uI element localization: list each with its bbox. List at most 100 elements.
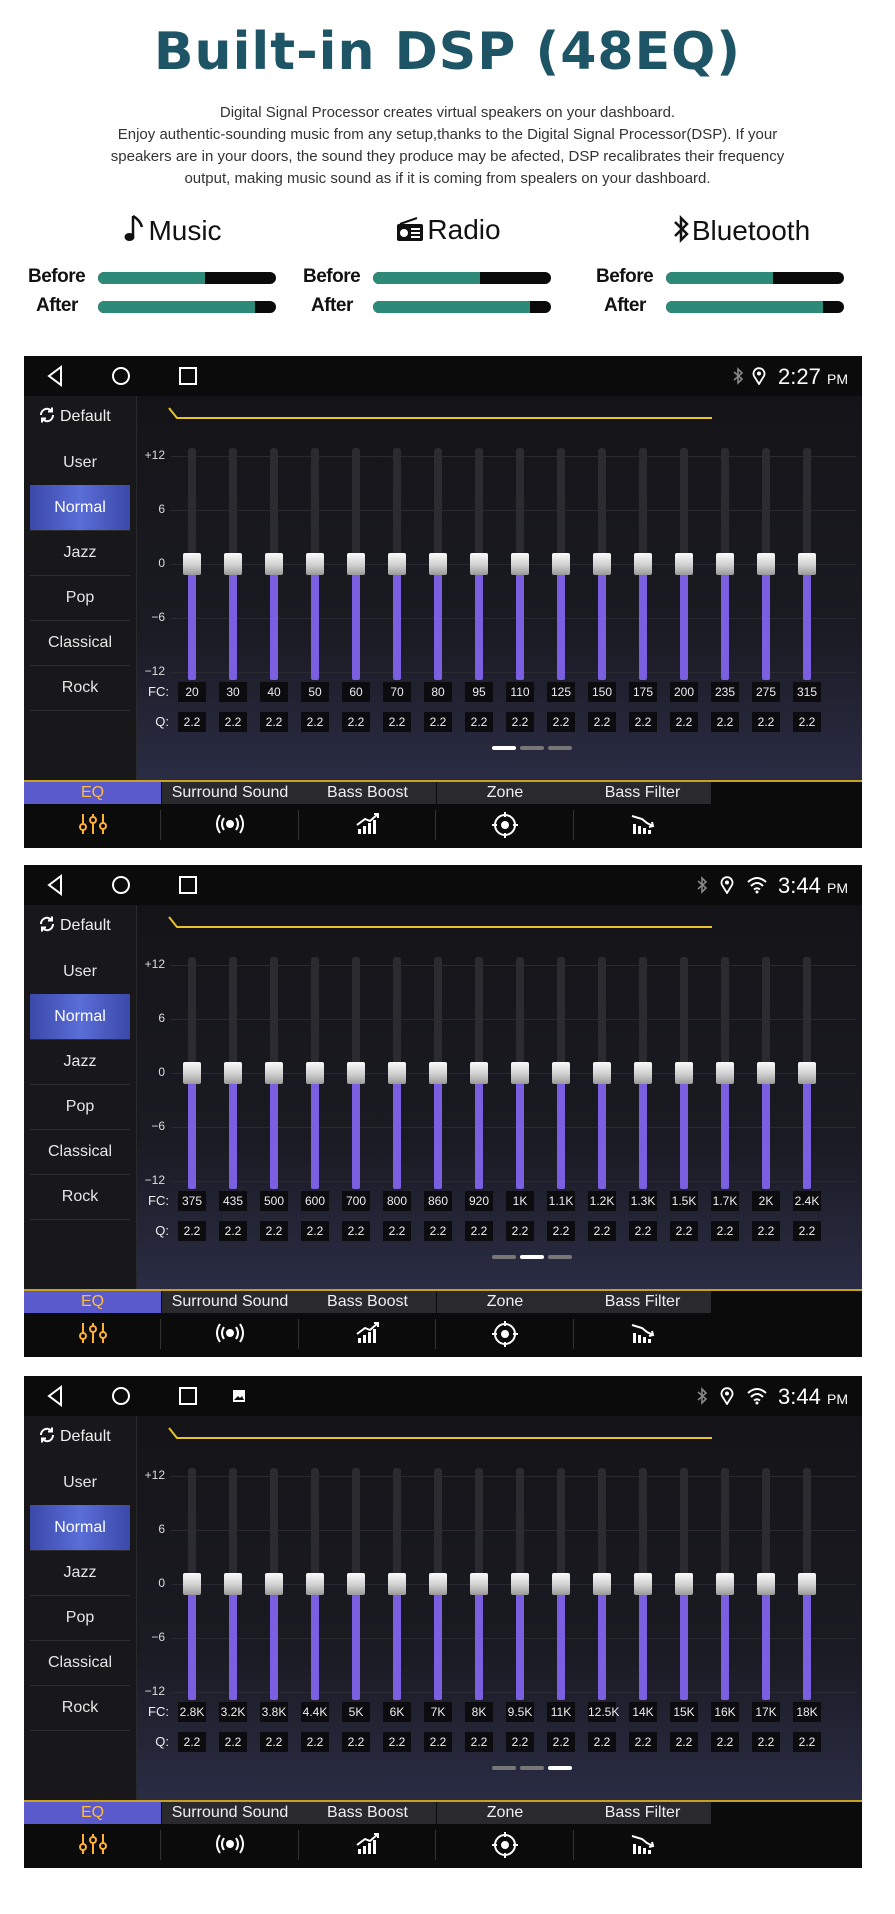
q-value[interactable]: 2.2 [629, 712, 657, 732]
tab-bass-filter[interactable]: Bass Filter [574, 782, 711, 848]
eq-band-slider-handle[interactable] [306, 553, 324, 575]
fc-value[interactable]: 2K [752, 1191, 780, 1211]
fc-value[interactable]: 3.2K [219, 1702, 247, 1722]
eq-band-slider-handle[interactable] [757, 553, 775, 575]
preset-rock[interactable]: Rock [30, 665, 130, 711]
fc-value[interactable]: 18K [793, 1702, 821, 1722]
preset-rock[interactable]: Rock [30, 1174, 130, 1220]
tab-surround-sound[interactable]: Surround Sound [161, 1291, 299, 1357]
fc-value[interactable]: 30 [219, 682, 247, 702]
q-value[interactable]: 2.2 [383, 1221, 411, 1241]
eq-band-slider-handle[interactable] [429, 553, 447, 575]
preset-normal[interactable]: Normal [30, 1505, 130, 1551]
eq-band-slider-handle[interactable] [552, 1062, 570, 1084]
fc-value[interactable]: 7K [424, 1702, 452, 1722]
eq-band-slider-handle[interactable] [224, 1573, 242, 1595]
eq-band-slider-handle[interactable] [347, 1573, 365, 1595]
tab-bass-boost[interactable]: Bass Boost [299, 1291, 436, 1357]
q-value[interactable]: 2.2 [711, 712, 739, 732]
q-value[interactable]: 2.2 [547, 1732, 575, 1752]
eq-band-slider-handle[interactable] [593, 1062, 611, 1084]
default-preset-button[interactable]: Default [38, 406, 111, 429]
fc-value[interactable]: 12.5K [588, 1702, 619, 1722]
preset-normal[interactable]: Normal [30, 485, 130, 531]
q-value[interactable]: 2.2 [301, 1221, 329, 1241]
preset-pop[interactable]: Pop [30, 1084, 130, 1130]
eq-band-slider-handle[interactable] [183, 553, 201, 575]
eq-band-slider-handle[interactable] [306, 1062, 324, 1084]
eq-band-slider-handle[interactable] [429, 1062, 447, 1084]
back-nav-icon[interactable] [46, 365, 64, 392]
page-dot[interactable] [548, 1766, 572, 1770]
eq-band-slider-handle[interactable] [798, 553, 816, 575]
q-value[interactable]: 2.2 [260, 1221, 288, 1241]
page-dot[interactable] [520, 1766, 544, 1770]
eq-band-slider-handle[interactable] [634, 1573, 652, 1595]
q-value[interactable]: 2.2 [219, 1732, 247, 1752]
q-value[interactable]: 2.2 [629, 1732, 657, 1752]
eq-band-slider-handle[interactable] [511, 1573, 529, 1595]
q-value[interactable]: 2.2 [793, 712, 821, 732]
fc-value[interactable]: 4.4K [301, 1702, 329, 1722]
eq-band-slider-handle[interactable] [388, 553, 406, 575]
eq-band-slider-handle[interactable] [183, 1573, 201, 1595]
q-value[interactable]: 2.2 [301, 712, 329, 732]
preset-jazz[interactable]: Jazz [30, 1550, 130, 1596]
eq-band-slider-handle[interactable] [224, 553, 242, 575]
fc-value[interactable]: 16K [711, 1702, 739, 1722]
preset-classical[interactable]: Classical [30, 1129, 130, 1175]
recents-nav-icon[interactable] [178, 875, 198, 900]
eq-band-slider-handle[interactable] [757, 1062, 775, 1084]
fc-value[interactable]: 9.5K [506, 1702, 534, 1722]
page-dot[interactable] [520, 746, 544, 750]
fc-value[interactable]: 1.1K [547, 1191, 575, 1211]
fc-value[interactable]: 800 [383, 1191, 411, 1211]
fc-value[interactable]: 175 [629, 682, 657, 702]
q-value[interactable]: 2.2 [547, 1221, 575, 1241]
preset-classical[interactable]: Classical [30, 1640, 130, 1686]
fc-value[interactable]: 375 [178, 1191, 206, 1211]
eq-band-slider-handle[interactable] [224, 1062, 242, 1084]
fc-value[interactable]: 15K [670, 1702, 698, 1722]
tab-zone[interactable]: Zone [436, 1802, 574, 1868]
fc-value[interactable]: 50 [301, 682, 329, 702]
fc-value[interactable]: 1.2K [588, 1191, 616, 1211]
fc-value[interactable]: 315 [793, 682, 821, 702]
q-value[interactable]: 2.2 [793, 1732, 821, 1752]
eq-band-slider-handle[interactable] [511, 1062, 529, 1084]
page-dot[interactable] [492, 1766, 516, 1770]
eq-band-slider-handle[interactable] [306, 1573, 324, 1595]
q-value[interactable]: 2.2 [178, 712, 206, 732]
fc-value[interactable]: 40 [260, 682, 288, 702]
default-preset-button[interactable]: Default [38, 915, 111, 938]
eq-band-slider-handle[interactable] [552, 553, 570, 575]
q-value[interactable]: 2.2 [383, 712, 411, 732]
fc-value[interactable]: 14K [629, 1702, 657, 1722]
q-value[interactable]: 2.2 [670, 1732, 698, 1752]
fc-value[interactable]: 2.8K [178, 1702, 206, 1722]
fc-value[interactable]: 500 [260, 1191, 288, 1211]
eq-band-slider-handle[interactable] [388, 1062, 406, 1084]
page-dot[interactable] [492, 746, 516, 750]
fc-value[interactable]: 700 [342, 1191, 370, 1211]
fc-value[interactable]: 600 [301, 1191, 329, 1211]
fc-value[interactable]: 110 [506, 682, 534, 702]
preset-normal[interactable]: Normal [30, 994, 130, 1040]
fc-value[interactable]: 80 [424, 682, 452, 702]
eq-band-slider-handle[interactable] [265, 1062, 283, 1084]
q-value[interactable]: 2.2 [588, 1732, 616, 1752]
page-dot[interactable] [520, 1255, 544, 1259]
q-value[interactable]: 2.2 [588, 1221, 616, 1241]
preset-rock[interactable]: Rock [30, 1685, 130, 1731]
tab-zone[interactable]: Zone [436, 1291, 574, 1357]
q-value[interactable]: 2.2 [752, 1221, 780, 1241]
q-value[interactable]: 2.2 [260, 712, 288, 732]
eq-band-slider-handle[interactable] [347, 553, 365, 575]
eq-band-slider-handle[interactable] [634, 1062, 652, 1084]
q-value[interactable]: 2.2 [465, 1221, 493, 1241]
q-value[interactable]: 2.2 [465, 1732, 493, 1752]
eq-band-slider-handle[interactable] [470, 1573, 488, 1595]
q-value[interactable]: 2.2 [465, 712, 493, 732]
eq-band-slider-handle[interactable] [265, 553, 283, 575]
q-value[interactable]: 2.2 [506, 712, 534, 732]
